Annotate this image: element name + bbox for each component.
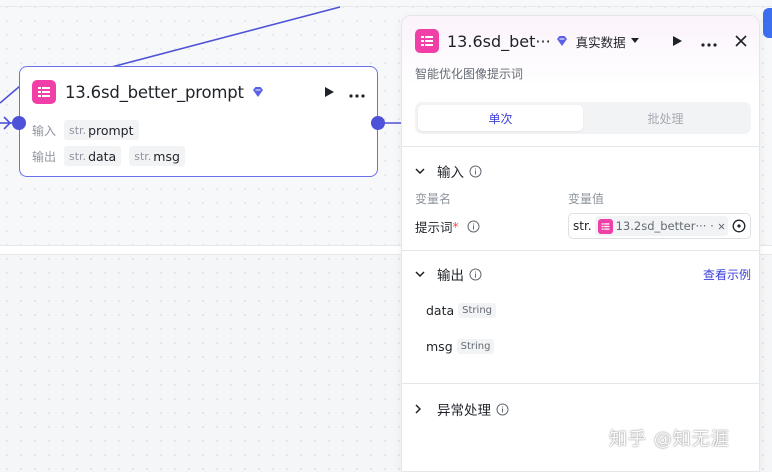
- input-param-tag: str. prompt: [64, 120, 139, 140]
- param-name: msg: [153, 148, 180, 164]
- error-section-title: 异常处理: [437, 403, 491, 419]
- incoming-edge-left: [0, 85, 21, 104]
- node-input-row: 输入 str. prompt: [32, 120, 147, 140]
- output-type-badge: String: [458, 303, 496, 318]
- input-port[interactable]: [12, 116, 26, 130]
- output-type-badge: String: [456, 339, 495, 354]
- divider: [402, 383, 759, 384]
- output-name: data: [426, 303, 455, 318]
- node-test-panel: 13.6sd_bet··· 真实数据 智能优化图像提示词 单次 批处理 输入 变…: [401, 15, 760, 472]
- remove-icon[interactable]: [718, 223, 725, 230]
- output-section-title: 输出: [437, 268, 464, 284]
- type-prefix: str.: [573, 219, 592, 233]
- info-icon[interactable]: [469, 165, 482, 178]
- run-node-icon[interactable]: [323, 83, 335, 102]
- data-source-label: 真实数据: [575, 34, 626, 50]
- variable-picker-icon[interactable]: [732, 219, 746, 233]
- output-param-tag: str. data: [64, 146, 122, 166]
- view-example-link[interactable]: 查看示例: [703, 266, 751, 283]
- input-section-header[interactable]: 输入: [415, 161, 482, 181]
- reference-text: 13.2sd_better··· ·: [615, 219, 714, 233]
- plugin-icon: [415, 29, 439, 53]
- incoming-edge-upper: [99, 6, 341, 71]
- column-header-name: 变量名: [415, 192, 452, 206]
- output-param-tag: str. msg: [129, 146, 185, 166]
- output-port[interactable]: [371, 116, 385, 130]
- panel-title: 13.6sd_bet···: [447, 31, 551, 51]
- param-type: str.: [69, 149, 87, 163]
- required-mark: *: [452, 219, 459, 234]
- caret-down-icon: [630, 38, 639, 43]
- panel-description: 智能优化图像提示词: [415, 67, 524, 81]
- output-label: 输出: [32, 149, 57, 164]
- param-name: data: [88, 148, 117, 164]
- input-label: 输入: [32, 123, 57, 138]
- more-options-icon[interactable]: [701, 32, 717, 51]
- param-name: prompt: [88, 122, 134, 138]
- watermark: 知乎 @知无涯: [609, 429, 730, 450]
- input-section-title: 输入: [437, 165, 464, 181]
- more-options-icon[interactable]: [349, 83, 365, 102]
- variable-name: 提示词 *: [415, 217, 480, 236]
- tab-single[interactable]: 单次: [418, 105, 583, 131]
- data-source-dropdown[interactable]: 真实数据: [576, 32, 639, 51]
- plugin-icon: [597, 218, 613, 234]
- divider: [402, 250, 759, 251]
- chevron-right-icon: [415, 404, 429, 414]
- error-section-header[interactable]: 异常处理: [415, 399, 509, 419]
- info-icon[interactable]: [469, 268, 482, 281]
- diamond-badge-icon: [556, 32, 568, 51]
- output-item: msg String: [426, 339, 495, 354]
- output-item: data String: [426, 303, 496, 318]
- divider: [402, 146, 759, 147]
- run-test-icon[interactable]: [671, 32, 683, 51]
- tab-batch[interactable]: 批处理: [583, 105, 748, 131]
- info-icon[interactable]: [496, 403, 509, 416]
- variable-value-input[interactable]: str. 13.2sd_better··· ·: [568, 213, 751, 239]
- output-name: msg: [426, 339, 453, 354]
- output-section-header[interactable]: 输出: [415, 264, 482, 284]
- run-mode-tabs: 单次 批处理: [415, 102, 751, 134]
- reference-chip[interactable]: 13.2sd_better··· ·: [594, 216, 728, 236]
- node-output-row: 输出 str. data str. msg: [32, 146, 193, 166]
- param-type: str.: [69, 123, 87, 137]
- diamond-badge-icon: [252, 83, 264, 102]
- chevron-down-icon: [415, 271, 429, 277]
- node-title: 13.6sd_better_prompt: [65, 82, 244, 102]
- plugin-icon: [32, 80, 56, 104]
- close-icon[interactable]: [735, 32, 747, 51]
- edge-tab: [763, 8, 772, 38]
- chevron-down-icon: [415, 168, 429, 174]
- variable-label: 提示词: [415, 220, 453, 235]
- plugin-node[interactable]: 13.6sd_better_prompt 输入 str. prompt 输出 s…: [12, 66, 385, 177]
- info-icon[interactable]: [467, 220, 480, 233]
- column-header-value: 变量值: [568, 192, 605, 206]
- param-type: str.: [134, 149, 152, 163]
